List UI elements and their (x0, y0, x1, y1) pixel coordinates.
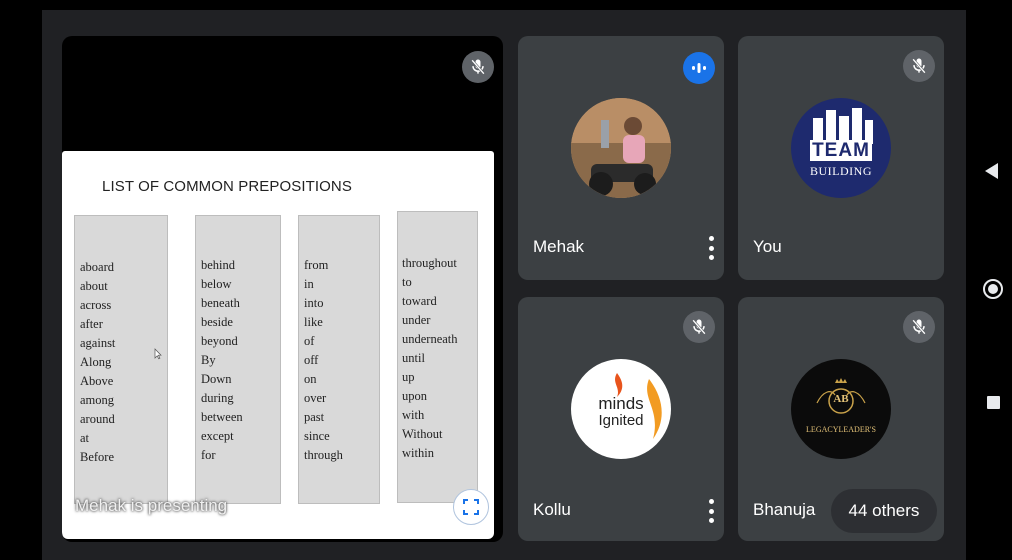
preposition-item: beside (201, 315, 233, 329)
shared-slide: LIST OF COMMON PREPOSITIONS aboard about… (62, 151, 494, 539)
preposition-item: between (201, 410, 243, 424)
preposition-item: By (201, 353, 216, 367)
preposition-item: among (80, 393, 115, 407)
preposition-item: toward (402, 294, 437, 308)
avatar (571, 98, 671, 198)
preposition-item: Before (80, 450, 115, 464)
preposition-item: over (304, 391, 327, 405)
preposition-item: up (402, 370, 415, 384)
avatar: TEAM BUILDING (791, 98, 891, 198)
participant-name: Bhanuja (753, 500, 816, 519)
avatar: minds Ignited (571, 359, 671, 459)
participant-name: You (753, 237, 782, 256)
preposition-item: until (402, 351, 425, 365)
others-button[interactable]: 44 others (831, 489, 937, 533)
participant-tile-kollu[interactable]: minds Ignited Kollu (518, 297, 724, 541)
fullscreen-button[interactable] (453, 489, 489, 525)
preposition-column-4: throughout to toward under underneath un… (397, 211, 478, 503)
avatar-text: TEAM (810, 140, 872, 161)
avatar-text: minds (598, 394, 644, 413)
preposition-item: across (80, 298, 112, 312)
participant-tile-mehak[interactable]: Mehak (518, 36, 724, 280)
preposition-item: except (201, 429, 234, 443)
preposition-item: from (304, 258, 329, 272)
avatar: AB LEGACYLEADER'S (791, 359, 891, 459)
preposition-item: behind (201, 258, 236, 272)
mic-off-icon (462, 51, 494, 83)
preposition-item: throughout (402, 256, 457, 270)
home-icon[interactable] (983, 279, 1003, 299)
mic-off-icon (903, 50, 935, 82)
participant-name: Mehak (533, 237, 585, 256)
preposition-item: with (402, 408, 425, 422)
preposition-item: Down (201, 372, 232, 386)
mouse-cursor-icon (154, 348, 162, 360)
recent-apps-icon[interactable] (987, 396, 1000, 409)
slide-title: LIST OF COMMON PREPOSITIONS (102, 178, 352, 195)
fullscreen-icon (463, 499, 479, 515)
preposition-item: on (304, 372, 317, 386)
avatar-text: BUILDING (810, 164, 872, 178)
participant-tile-you[interactable]: TEAM BUILDING You (738, 36, 944, 280)
preposition-item: since (304, 429, 330, 443)
mic-off-icon (683, 311, 715, 343)
preposition-item: through (304, 448, 343, 462)
preposition-item: during (201, 391, 234, 405)
more-options-button[interactable] (708, 499, 714, 523)
preposition-item: upon (402, 389, 427, 403)
preposition-item: within (402, 446, 434, 460)
preposition-item: in (304, 277, 314, 291)
mic-off-icon (903, 311, 935, 343)
preposition-item: beneath (201, 296, 240, 310)
avatar-text: AB (833, 393, 849, 405)
preposition-item: below (201, 277, 232, 291)
preposition-column-3: from in into like of off on over past si… (298, 215, 380, 504)
avatar-text: LEGACYLEADER'S (806, 425, 876, 434)
preposition-item: Without (402, 427, 443, 441)
speaking-indicator-icon (683, 52, 715, 84)
preposition-item: about (80, 279, 108, 293)
preposition-item: Above (80, 374, 114, 388)
preposition-item: after (80, 317, 103, 331)
participant-name: Kollu (533, 500, 571, 519)
preposition-item: aboard (80, 260, 115, 274)
presentation-tile[interactable]: LIST OF COMMON PREPOSITIONS aboard about… (62, 36, 503, 542)
preposition-item: around (80, 412, 115, 426)
preposition-item: underneath (402, 332, 458, 346)
preposition-item: beyond (201, 334, 238, 348)
preposition-item: into (304, 296, 324, 310)
preposition-column-2: behind below beneath beside beyond By Do… (195, 215, 281, 504)
more-options-button[interactable] (708, 236, 714, 260)
avatar-text: Ignited (598, 412, 644, 429)
preposition-item: off (304, 353, 319, 367)
preposition-item: like (304, 315, 323, 329)
presenter-label: Mehak is presenting (75, 496, 228, 515)
preposition-item: for (201, 448, 216, 462)
preposition-item: past (304, 410, 325, 424)
back-icon[interactable] (985, 163, 998, 179)
preposition-item: to (402, 275, 412, 289)
preposition-item: of (304, 334, 315, 348)
preposition-item: under (402, 313, 431, 327)
preposition-item: at (80, 431, 90, 445)
